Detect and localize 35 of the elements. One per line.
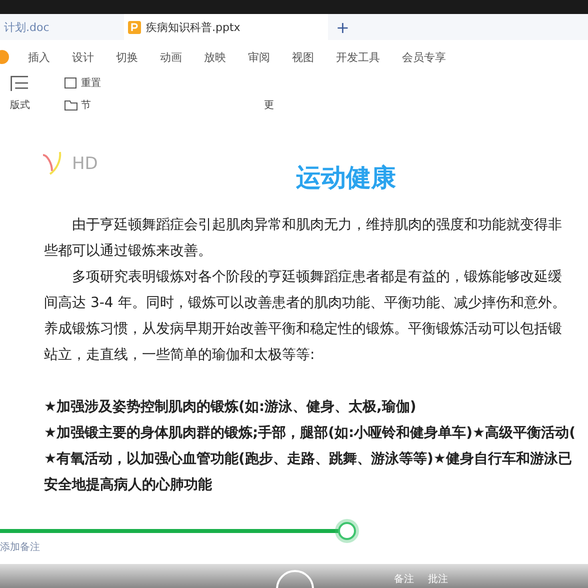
body-text: ★加强锻主要的身体肌肉群的锻炼;手部，腿部(如:小哑铃和健身单车)★高级平衡活动( [44,424,576,443]
menu-tab[interactable]: 会员专享 [402,50,446,64]
section-button[interactable]: 节 [64,98,124,112]
slide-title: 运动健康 [296,162,396,194]
body-text: 站立，走直线，一些简单的瑜伽和太极等等: [44,346,315,365]
body-text: 安全地提高病人的心肺功能 [44,476,212,495]
layout-button[interactable]: 版式 [10,98,64,112]
notes-placeholder[interactable]: 添加备注 [0,540,40,554]
menu-tab[interactable]: 插入 [28,50,50,64]
menu-tab[interactable]: 设计 [72,50,94,64]
layout-icon[interactable] [10,75,28,91]
body-text: 由于亨廷顿舞蹈症会引起肌肉异常和肌肉无力，维持肌肉的强度和功能就变得非 [71,216,562,235]
more-button[interactable]: 更 [124,98,274,112]
reset-icon [64,77,78,89]
menu-tab[interactable]: 开发工具 [336,50,380,64]
document-tab[interactable]: 疾病知识科普.pptx [124,14,328,40]
progress-thumb[interactable] [338,522,356,540]
menu-tab[interactable]: 放映 [204,50,226,64]
body-text: 间高达 3-4 年。同时，锻炼可以改善患者的肌肉功能、平衡功能、减少摔伤和意外。 [44,294,566,313]
body-text: 多项研究表明锻炼对各个阶段的亨廷顿舞蹈症患者都是有益的，锻炼能够改延缓 [71,268,562,287]
menu-tab[interactable]: 视图 [292,50,314,64]
body-text: ★加强涉及姿势控制肌肉的锻炼(如:游泳、健身、太极,瑜伽) [44,398,416,417]
home-icon[interactable] [0,50,10,64]
menu-tab[interactable]: 动画 [160,50,182,64]
new-tab-button[interactable]: + [336,18,350,36]
body-text: 养成锻炼习惯，从发病早期开始改善平衡和稳定性的锻炼。平衡锻炼活动可以包括锻 [44,320,562,339]
menu-tab[interactable]: 切换 [116,50,138,64]
presentation-icon [128,20,141,34]
reset-button[interactable]: 重置 [64,76,124,90]
body-text: 些都可以通过锻炼来改善。 [44,242,212,261]
menu-tab[interactable]: 审阅 [248,50,270,64]
logo-text: HD [72,154,98,174]
body-text: ★有氧活动，以加强心血管功能(跑步、走路、跳舞、游泳等等)★健身自行车和游泳已 [44,450,572,469]
document-tab[interactable]: 计划.doc [0,14,124,40]
section-icon [64,99,78,111]
